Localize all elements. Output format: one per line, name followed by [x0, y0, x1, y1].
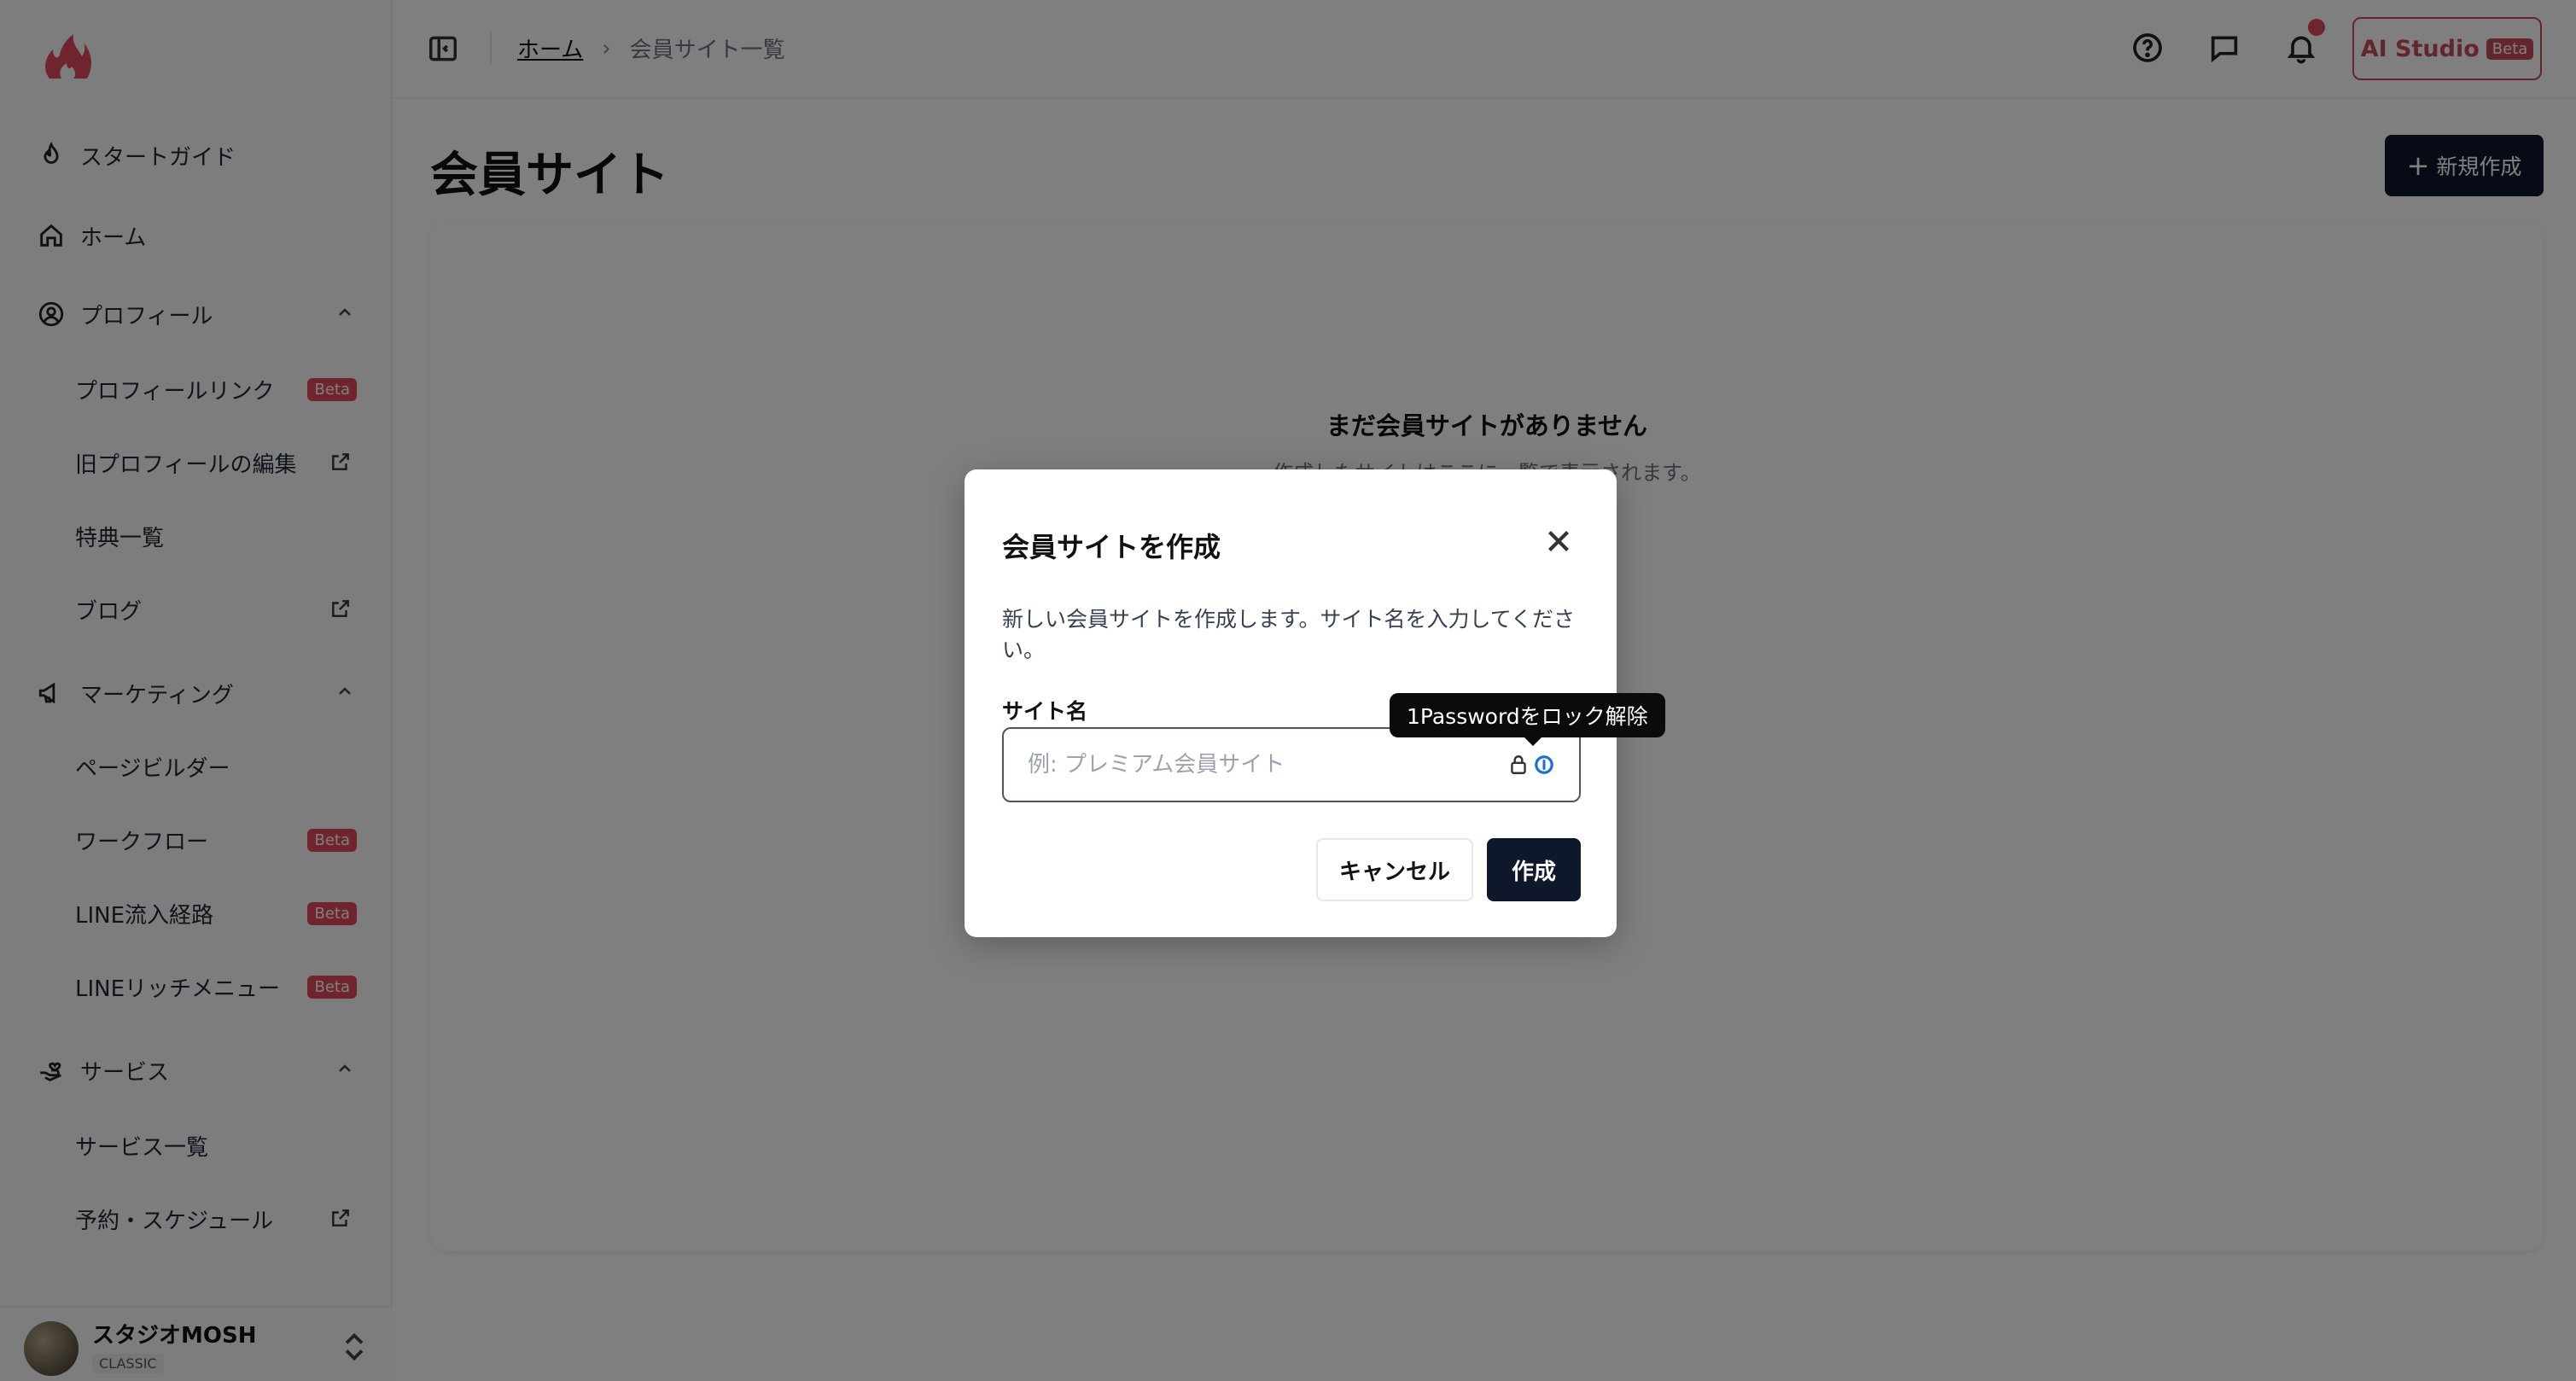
- 1password-tooltip: 1Passwordをロック解除: [1390, 693, 1665, 746]
- close-icon[interactable]: [1543, 526, 1574, 556]
- create-member-site-dialog: 会員サイトを作成 新しい会員サイトを作成します。サイト名を入力してください。 サ…: [965, 469, 1665, 937]
- site-name-label: サイト名: [1002, 699, 1088, 724]
- create-button[interactable]: 作成: [1487, 838, 1581, 901]
- cancel-button[interactable]: キャンセル: [1316, 838, 1473, 901]
- dialog-title: 会員サイトを作成: [1002, 531, 1221, 563]
- site-name-input[interactable]: [1002, 727, 1581, 802]
- 1password-icon[interactable]: [1507, 753, 1555, 777]
- dialog-description: 新しい会員サイトを作成します。サイト名を入力してください。: [1002, 607, 1576, 662]
